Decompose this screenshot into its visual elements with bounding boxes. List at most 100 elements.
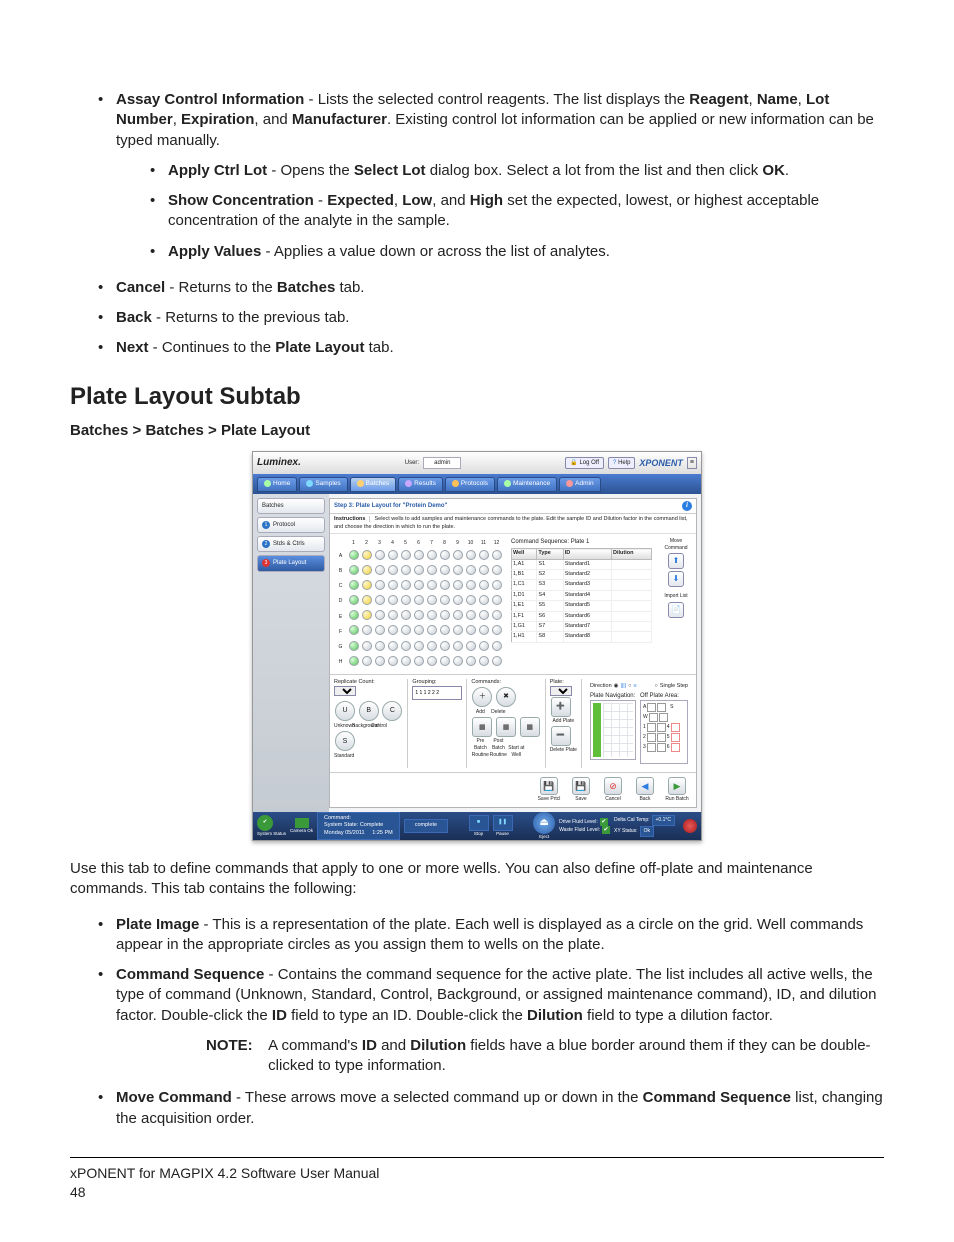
save-prtcl-button[interactable]: 💾Save Prtcl — [534, 777, 564, 803]
status-bar: ✔ System Status Camera Ok Command: Syste… — [253, 812, 701, 840]
maintenance-icon — [504, 480, 511, 487]
bullet-move-command: Move Command - These arrows move a selec… — [92, 1088, 884, 1129]
control-button[interactable]: C — [382, 701, 402, 721]
unknown-button[interactable]: U — [335, 701, 355, 721]
action-buttons-row: 💾Save Prtcl 💾Save ⊘Cancel ◀Back ▶Run Bat… — [330, 772, 696, 807]
eject-button[interactable]: ⏏ — [533, 812, 555, 834]
plate-layout-screenshot: Luminex. User: admin 🔒 Log Off ? Help XP… — [70, 451, 884, 841]
move-command-controls: Move Command ⬆ ⬇ Import List 📄 — [656, 534, 696, 674]
page-number: 48 — [70, 1183, 884, 1202]
bullet-apply-values: Apply Values - Applies a value down or a… — [144, 242, 884, 262]
sidebar-item-stds-ctrls[interactable]: 2Stds & Ctrls — [257, 536, 325, 552]
tab-protocols[interactable]: Protocols — [445, 477, 495, 492]
import-list-button[interactable]: 📄 — [668, 602, 684, 618]
delete-plate-button[interactable]: ➖ — [551, 726, 571, 746]
sidebar-item-batches[interactable]: Batches — [257, 498, 325, 514]
off-plate-area[interactable]: A S W 1 4 2 5 3 6 — [640, 700, 688, 764]
start-at-well-button[interactable]: ▦ — [520, 717, 540, 737]
help-button[interactable]: ? Help — [608, 457, 635, 469]
tab-maintenance[interactable]: Maintenance — [497, 477, 557, 492]
protocols-icon — [452, 480, 459, 487]
delete-cmd-button[interactable]: ✖ — [496, 687, 516, 707]
move-down-button[interactable]: ⬇ — [668, 571, 684, 587]
app-header: Luminex. User: admin 🔒 Log Off ? Help XP… — [253, 452, 701, 474]
direction-horiz-icon: ≡ — [634, 683, 637, 690]
status-info-box: Command: System State: Complete Monday 0… — [317, 812, 400, 840]
bullet-show-concentration: Show Concentration - Expected, Low, and … — [144, 191, 884, 232]
grouping-input[interactable] — [412, 686, 462, 700]
stop-button[interactable]: ■ — [469, 815, 489, 831]
standard-button[interactable]: S — [335, 731, 355, 751]
add-cmd-button[interactable]: ＋ — [472, 687, 492, 707]
logoff-button[interactable]: 🔒 Log Off — [565, 457, 604, 469]
back-button[interactable]: ◀Back — [630, 777, 660, 803]
direction-vert-icon: |||| — [620, 683, 626, 690]
run-batch-button[interactable]: ▶Run Batch — [662, 777, 692, 803]
bottom-bullet-list: Plate Image - This is a representation o… — [92, 915, 884, 1129]
add-plate-button[interactable]: ➕ — [551, 697, 571, 717]
pre-batch-button[interactable]: ▦ — [472, 717, 492, 737]
plate-navigator[interactable] — [590, 700, 636, 760]
direction-vertical[interactable]: ◉ — [614, 683, 619, 690]
tab-samples[interactable]: Samples — [299, 477, 347, 492]
system-status-icon: ✔ — [257, 815, 273, 831]
single-step-toggle[interactable]: ○ — [655, 683, 658, 690]
bullet-plate-image: Plate Image - This is a representation o… — [92, 915, 884, 956]
user-label: User: — [405, 459, 419, 467]
waste-fluid-status: Waste Fluid Level:✔ — [559, 826, 610, 834]
heading-plate-layout-subtab: Plate Layout Subtab — [70, 381, 884, 413]
bullet-back: Back - Returns to the previous tab. — [92, 308, 884, 328]
grouping-group: Grouping: — [412, 679, 467, 769]
bullet-cancel: Cancel - Returns to the Batches tab. — [92, 278, 884, 298]
footer: xPONENT for MAGPIX 4.2 Software User Man… — [70, 1164, 884, 1202]
plate-select[interactable]: 1 — [550, 686, 572, 696]
background-button[interactable]: B — [359, 701, 379, 721]
samples-icon — [306, 480, 313, 487]
footer-rule — [70, 1157, 884, 1158]
move-up-button[interactable]: ⬆ — [668, 553, 684, 569]
main-panel: Step 3: Plate Layout for "Protein Demo"i… — [329, 498, 697, 808]
cancel-button[interactable]: ⊘Cancel — [598, 777, 628, 803]
batches-icon — [357, 480, 364, 487]
xy-status: XY Status:Ok — [614, 826, 675, 837]
pause-button[interactable]: ❚❚ — [493, 815, 513, 831]
info-icon[interactable]: i — [682, 501, 692, 511]
direction-horizontal[interactable]: ○ — [628, 683, 631, 690]
bullet-next: Next - Continues to the Plate Layout tab… — [92, 338, 884, 358]
globe-icon — [264, 480, 271, 487]
command-sequence-table[interactable]: WellTypeIDDilution 1,A1S1Standard11,B1S2… — [511, 548, 652, 643]
window-menu-icon[interactable]: ≡ — [687, 457, 697, 468]
note-block: NOTE: A command's ID and Dilution fields… — [206, 1036, 884, 1077]
user-name: admin — [423, 457, 461, 469]
xponent-logo: XPONENT — [639, 457, 683, 469]
commands-group: Commands: ＋ ✖ AddDelete ▦ ▦ ▦ Pre Batch … — [471, 679, 545, 769]
replicate-group: Replicate Count: 1 U B C UnknownBackgrou… — [334, 679, 408, 769]
plate-group: Plate: 1 ➕ Add Plate ➖ Delete Plate — [550, 679, 582, 769]
sheath-fluid-status: Drive Fluid Level:✔ — [559, 818, 610, 826]
tab-admin[interactable]: Admin — [559, 477, 600, 492]
camera-ok-icon — [295, 818, 309, 828]
tab-home[interactable]: Home — [257, 477, 297, 492]
top-bullet-list: Assay Control Information - Lists the se… — [92, 90, 884, 359]
plate-navigation-group: Direction ◉ |||| ○ ≡ ○Single Step Plate … — [586, 679, 692, 769]
tab-results[interactable]: Results — [398, 477, 443, 492]
sidebar: Batches 1Protocol 2Stds & Ctrls 3Plate L… — [253, 494, 329, 812]
sub-bullets-assay: Apply Ctrl Lot - Opens the Select Lot di… — [116, 161, 884, 262]
delta-cal-temp: Delta Cal Temp:+0.1°C — [614, 815, 675, 826]
replicate-count-select[interactable]: 1 — [334, 686, 356, 696]
power-icon[interactable] — [683, 819, 697, 833]
post-batch-button[interactable]: ▦ — [496, 717, 516, 737]
tab-batches[interactable]: Batches — [350, 477, 397, 492]
save-button[interactable]: 💾Save — [566, 777, 596, 803]
bullet-apply-ctrl-lot: Apply Ctrl Lot - Opens the Select Lot di… — [144, 161, 884, 181]
instructions: InstructionsSelect wells to add samples … — [330, 514, 696, 534]
sidebar-item-plate-layout[interactable]: 3Plate Layout — [257, 555, 325, 571]
sidebar-item-protocol[interactable]: 1Protocol — [257, 517, 325, 533]
plate-image[interactable]: 123456789101112ABCDEFGH — [330, 534, 507, 674]
command-sequence-panel: Command Sequence: Plate 1 WellTypeIDDilu… — [507, 534, 656, 674]
command-status-box: complete — [404, 819, 448, 832]
results-icon — [405, 480, 412, 487]
lower-controls: Replicate Count: 1 U B C UnknownBackgrou… — [330, 674, 696, 773]
bullet-command-sequence: Command Sequence - Contains the command … — [92, 965, 884, 1076]
main-tabs: Home Samples Batches Results Protocols M… — [253, 474, 701, 494]
